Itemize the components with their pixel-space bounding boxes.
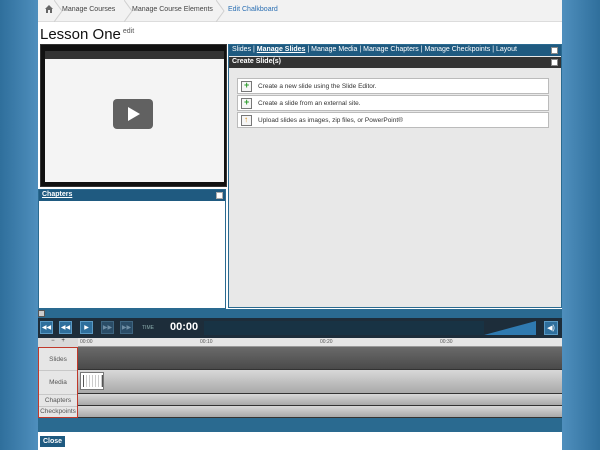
play-icon[interactable] [113,99,153,129]
zoom-out-icon[interactable]: − [51,338,55,344]
timeline-scrubber[interactable] [38,309,562,318]
breadcrumb-manage-course-elements[interactable]: Manage Course Elements [132,6,213,13]
time-label: TIME [142,325,154,331]
nav-slides: Slides | [232,46,257,53]
timeline-tracks: − + 00:00 00:10 00:20 00:30 Slides Media… [38,338,562,418]
player-controls: ◀◀ ◀◀ ▶ ▶▶ ▶▶ TIME 00:00 ◀) [38,318,562,338]
chapters-track[interactable] [78,394,562,406]
option-slide-editor[interactable]: Create a new slide using the Slide Edito… [237,78,549,94]
home-icon[interactable] [44,4,54,14]
option-upload-slides[interactable]: Upload slides as images, zip files, or P… [237,112,549,128]
slides-nav: Slides | Manage Slides | Manage Media | … [229,45,561,56]
editor-panel: Manage Courses Manage Course Elements Ed… [38,0,562,450]
ruler-tick: 00:10 [200,339,213,345]
volume-icon[interactable]: ◀) [544,321,558,335]
slides-panel: Slides | Manage Slides | Manage Media | … [228,44,562,308]
slides-track[interactable] [78,347,562,370]
chapters-header[interactable]: Chapters [39,190,225,201]
track-label-media: Media [39,371,77,395]
ruler-tick: 00:30 [440,339,453,345]
zoom-controls: − + [38,338,78,347]
close-icon[interactable] [551,47,558,54]
time-ruler[interactable]: 00:00 00:10 00:20 00:30 [78,338,562,347]
media-clip[interactable] [80,372,104,390]
breadcrumb: Manage Courses Manage Course Elements Ed… [38,0,562,22]
media-track[interactable] [78,370,562,394]
waveform-area [204,321,484,335]
volume-slider[interactable] [484,321,536,335]
option-label: Upload slides as images, zip files, or P… [258,117,403,124]
option-external-site[interactable]: Create a slide from an external site. [237,95,549,111]
close-icon[interactable] [551,59,558,66]
zoom-in-icon[interactable]: + [61,338,65,344]
footer-bar [38,418,562,432]
fast-forward-icon[interactable]: ▶▶ [101,321,114,334]
track-labels: Slides Media Chapters Checkpoints [38,347,78,418]
add-external-icon [241,97,252,109]
page-title-text: Lesson One [40,26,121,43]
rewind-start-icon[interactable]: ◀◀ [40,321,53,334]
close-button[interactable]: Close [40,436,66,447]
nav-other-links[interactable]: | Manage Media | Manage Chapters | Manag… [305,46,517,53]
thumbnail-toolbar [45,51,224,59]
edit-chapters-icon[interactable] [216,192,223,199]
chapters-panel: Chapters [38,189,226,309]
checkpoints-track[interactable] [78,406,562,418]
scrubber-handle[interactable] [38,310,45,317]
video-preview[interactable] [40,44,227,187]
option-label: Create a slide from an external site. [258,100,361,107]
play-button-icon[interactable]: ▶ [80,321,93,334]
time-display: 00:00 [170,321,199,333]
edit-title-link[interactable]: edit [123,28,134,35]
forward-end-icon[interactable]: ▶▶ [120,321,133,334]
nav-manage-slides[interactable]: Manage Slides [257,46,306,53]
add-slide-icon [241,80,252,92]
track-label-checkpoints: Checkpoints [40,408,76,415]
create-slides-header: Create Slide(s) [229,57,561,68]
upload-icon [241,115,252,126]
track-label-slides: Slides [39,348,77,371]
track-label-chapters: Chapters [39,395,77,407]
option-label: Create a new slide using the Slide Edito… [258,83,377,90]
breadcrumb-edit-chalkboard[interactable]: Edit Chalkboard [228,6,278,13]
ruler-tick: 00:00 [80,339,93,345]
breadcrumb-manage-courses[interactable]: Manage Courses [62,6,115,13]
ruler-tick: 00:20 [320,339,333,345]
page-title: Lesson One edit [40,26,134,43]
breadcrumb-separator-icon [216,0,225,22]
rewind-icon[interactable]: ◀◀ [59,321,72,334]
